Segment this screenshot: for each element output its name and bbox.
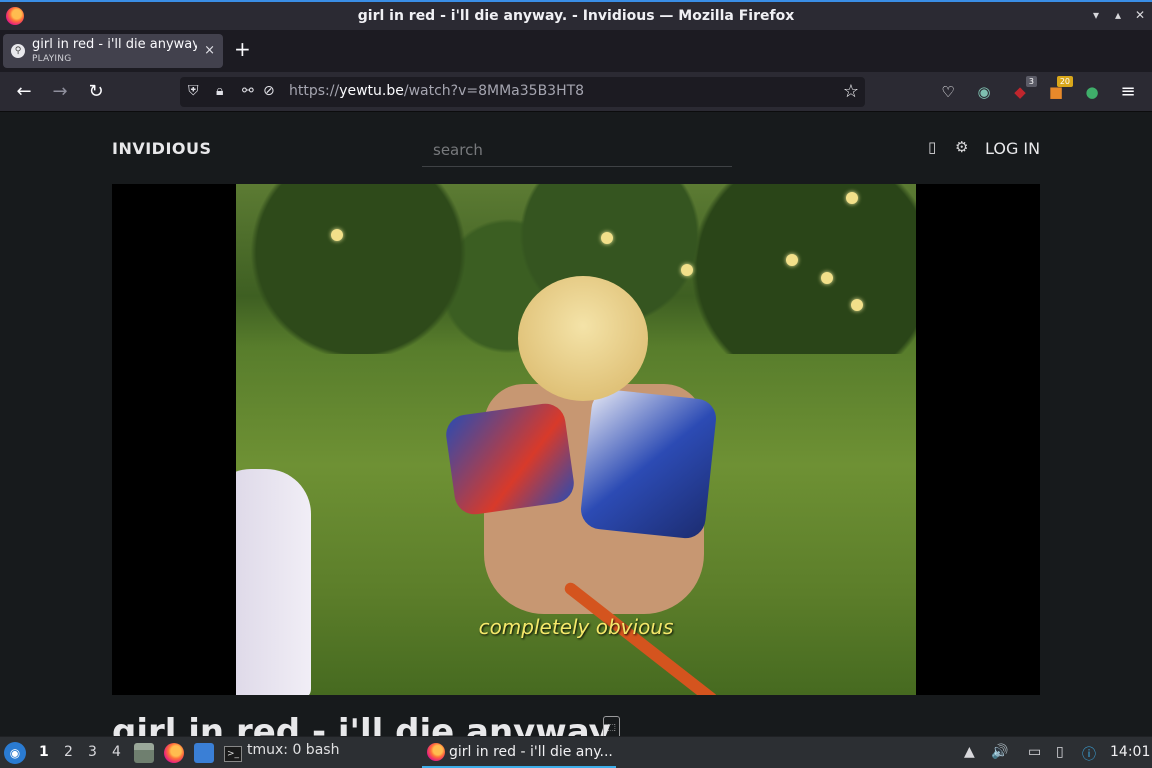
video-flower [601,232,613,244]
video-player[interactable]: completely obvious [112,184,1040,695]
firefox-launcher-icon[interactable] [164,743,184,763]
tab-playing-status: PLAYING [32,54,72,64]
video-child-head [518,276,648,401]
extension-orange-badge: 20 [1056,76,1073,87]
workspace-4[interactable]: 4 [112,744,121,760]
video-frame[interactable]: completely obvious [236,184,916,695]
notifications-icon[interactable]: ⓘ [1082,744,1096,764]
new-tab-button[interactable]: + [234,39,251,59]
page-content: INVIDIOUS ▯ ⚙ LOG IN completely obvious … [0,112,1152,736]
navigation-toolbar: ← → ↻ ⛨ 🔒︎ ⚯ ⊘ https://yewtu.be/watch?v=… [0,72,1152,112]
terminal-task[interactable]: >_ tmux: 0 bash [224,742,339,762]
tab-strip: ⚲ girl in red - i'll die anyway PLAYING … [0,30,1152,72]
firefox-task[interactable]: girl in red - i'll die any... [422,737,616,768]
extension-orange-icon[interactable]: ■ 20 [1046,76,1073,102]
autoplay-blocked-icon[interactable]: ⊘ [263,83,275,99]
preferences-icon[interactable]: ⚙ [955,138,968,156]
maximize-button[interactable]: ▴ [1110,8,1126,22]
ublock-badge: 3 [1025,76,1037,87]
pocket-icon[interactable]: ♡ [938,82,958,102]
video-flower [821,272,833,284]
shield-icon[interactable]: ⛨ [188,83,199,99]
privacy-extension-icon[interactable]: ◉ [974,82,994,102]
search-input[interactable] [422,134,732,167]
reload-button[interactable]: ↻ [84,80,108,104]
workspace-3[interactable]: 3 [88,744,97,760]
clipboard-icon[interactable]: ▯ [1056,744,1064,760]
video-flower [681,264,693,276]
forward-button[interactable]: → [48,80,72,104]
tab-label: girl in red - i'll die anyway [32,37,197,52]
tab-close-icon[interactable]: × [204,43,215,58]
start-menu-icon[interactable]: ◉ [4,742,26,764]
invidious-brand-link[interactable]: INVIDIOUS [112,139,212,158]
ublock-icon[interactable]: ◆ 3 [1010,76,1037,102]
firefox-task-label: girl in red - i'll die any... [449,744,613,760]
window-titlebar: girl in red - i'll die anyway. - Invidio… [0,0,1152,30]
close-window-button[interactable]: ✕ [1132,8,1148,22]
video-flower [851,299,863,311]
firefox-task-icon [427,743,445,761]
video-subtitle: completely obvious [478,615,674,639]
sync-extension-icon[interactable]: ● [1082,82,1102,102]
terminal-icon: >_ [224,746,242,762]
minimize-button[interactable]: ▾ [1088,8,1104,22]
lock-icon[interactable]: 🔒︎ [216,83,223,99]
window-title: girl in red - i'll die anyway. - Invidio… [357,8,795,24]
workspace-2[interactable]: 2 [64,744,73,760]
permissions-icon[interactable]: ⚯ [242,83,254,99]
clock[interactable]: 14:01 [1110,744,1150,760]
workspace-1[interactable]: 1 [39,744,49,760]
video-armband-left [443,401,577,517]
folder-icon[interactable] [194,743,214,763]
video-armband-right [579,387,718,541]
menu-icon[interactable]: ≡ [1118,82,1138,102]
video-tub [236,469,311,695]
volume-icon[interactable]: 🔊 [991,744,1008,760]
terminal-task-label: tmux: 0 bash [247,742,340,758]
back-button[interactable]: ← [12,80,36,104]
file-manager-icon[interactable] [134,743,154,763]
video-title-link-icon[interactable]: ⬚ [603,716,620,736]
network-icon[interactable]: ▭ [1028,744,1041,760]
tab-video[interactable]: ⚲ girl in red - i'll die anyway PLAYING … [3,34,223,68]
taskbar: ◉ 1 2 3 4 >_ tmux: 0 bash girl in red - i… [0,736,1152,768]
ublock-glyph: ◆ [1014,83,1026,101]
video-flower [846,192,858,204]
url-text[interactable]: https://yewtu.be/watch?v=8MMa35B3HT8 [289,83,584,99]
login-link[interactable]: LOG IN [985,139,1040,158]
invidious-favicon-icon: ⚲ [11,44,25,58]
firefox-logo-icon [6,7,24,25]
video-flower [786,254,798,266]
tray-updates-icon[interactable]: ▲ [964,744,975,760]
video-title: girl in red - i'll die anyway. [112,712,621,736]
theme-toggle-icon[interactable]: ▯ [928,138,936,156]
bookmark-star-icon[interactable]: ☆ [843,81,859,102]
url-bar[interactable]: ⛨ 🔒︎ ⚯ ⊘ https://yewtu.be/watch?v=8MMa35… [180,77,865,107]
video-flower [331,229,343,241]
